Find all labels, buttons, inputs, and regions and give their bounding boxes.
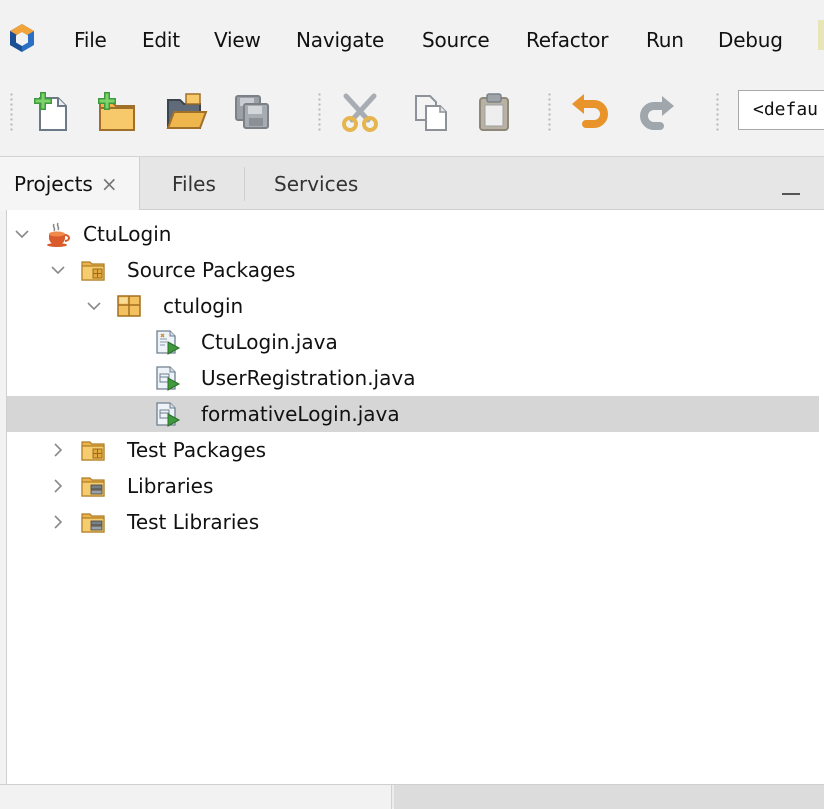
java-form-icon <box>156 402 181 427</box>
chevron-down-icon[interactable] <box>49 261 67 279</box>
horizontal-scrollbar[interactable] <box>0 785 392 809</box>
library-folder-icon <box>81 513 105 533</box>
new-project-icon <box>98 92 135 131</box>
tab-services[interactable]: Services <box>274 157 358 211</box>
netbeans-logo-icon <box>10 24 34 52</box>
tab-files-label: Files <box>172 172 216 196</box>
menu-view[interactable]: View <box>214 28 261 52</box>
tree-node-label: UserRegistration.java <box>201 366 416 390</box>
paste-icon <box>479 93 509 131</box>
tab-close-icon[interactable]: × <box>101 172 118 196</box>
redo-icon <box>640 96 674 130</box>
chevron-right-icon[interactable] <box>49 513 67 531</box>
tab-separator <box>244 167 245 201</box>
tree-node-file[interactable]: UserRegistration.java <box>7 360 819 396</box>
library-folder-icon <box>81 477 105 497</box>
menu-edit[interactable]: Edit <box>142 28 180 52</box>
menu-bar: File Edit View Navigate Source Refactor … <box>0 0 824 80</box>
toolbar-separator-3 <box>716 92 719 132</box>
open-project-button[interactable] <box>160 84 212 140</box>
tree-node-libraries[interactable]: Libraries <box>7 468 819 504</box>
main-toolbar: <defau <box>0 80 824 156</box>
bottom-panel-edge <box>0 784 824 809</box>
new-project-button[interactable] <box>90 84 142 140</box>
tree-node-label: ctulogin <box>163 294 244 318</box>
copy-icon <box>415 95 447 131</box>
toolbar-separator-2 <box>548 92 551 132</box>
test-folder-icon <box>81 441 105 461</box>
configuration-combobox[interactable]: <defau <box>738 90 824 130</box>
tree-node-label: formativeLogin.java <box>201 402 400 426</box>
menu-file[interactable]: File <box>74 28 107 52</box>
tree-node-label: CtuLogin.java <box>201 330 338 354</box>
tree-node-source-packages[interactable]: Source Packages <box>7 252 819 288</box>
tree-node-label: Source Packages <box>127 258 296 282</box>
menu-overflow-edge <box>818 20 824 50</box>
tree-node-test-packages[interactable]: Test Packages <box>7 432 819 468</box>
minimize-panel-icon[interactable] <box>782 179 800 195</box>
tree-node-project[interactable]: CtuLogin <box>7 216 819 252</box>
undo-icon <box>572 94 608 128</box>
java-main-class-icon <box>156 330 181 355</box>
menu-source[interactable]: Source <box>422 28 490 52</box>
menu-debug[interactable]: Debug <box>718 28 783 52</box>
project-tree[interactable]: CtuLogin Source Packages ctulogin CtuLog… <box>6 210 824 784</box>
menu-navigate[interactable]: Navigate <box>296 28 384 52</box>
projects-panel-tabstrip: Projects × Files Services <box>0 156 824 211</box>
tree-node-label: Test Packages <box>127 438 267 462</box>
navigator-panel-edge <box>394 785 824 809</box>
menu-refactor[interactable]: Refactor <box>526 28 608 52</box>
java-form-icon <box>156 366 181 391</box>
chevron-right-icon[interactable] <box>49 477 67 495</box>
cut-button[interactable] <box>334 84 386 140</box>
java-project-icon <box>47 222 70 247</box>
tree-node-label: Test Libraries <box>127 510 260 534</box>
tab-projects[interactable]: Projects × <box>0 157 140 211</box>
tab-projects-label: Projects <box>14 172 93 196</box>
tree-node-label: Libraries <box>127 474 214 498</box>
copy-button[interactable] <box>404 84 456 140</box>
undo-button[interactable] <box>564 84 616 140</box>
new-file-icon <box>34 92 67 131</box>
save-all-icon <box>235 95 269 129</box>
redo-button[interactable] <box>630 84 682 140</box>
toolbar-separator <box>318 92 321 132</box>
source-folder-icon <box>81 261 105 281</box>
tree-node-label: CtuLogin <box>83 222 172 246</box>
menu-run[interactable]: Run <box>646 28 684 52</box>
tree-node-test-libraries[interactable]: Test Libraries <box>7 504 819 540</box>
tree-node-file[interactable]: CtuLogin.java <box>7 324 819 360</box>
toolbar-grip[interactable] <box>10 92 13 132</box>
tree-node-package[interactable]: ctulogin <box>7 288 819 324</box>
scissors-icon <box>342 93 378 132</box>
tab-files[interactable]: Files <box>172 157 216 211</box>
tab-services-label: Services <box>274 172 359 196</box>
chevron-down-icon[interactable] <box>13 225 31 243</box>
new-file-button[interactable] <box>26 84 78 140</box>
paste-button[interactable] <box>468 84 520 140</box>
open-project-icon <box>166 93 208 129</box>
save-all-button[interactable] <box>226 84 278 140</box>
chevron-down-icon[interactable] <box>85 297 103 315</box>
tree-node-file-selected[interactable]: formativeLogin.java <box>7 396 819 432</box>
chevron-right-icon[interactable] <box>49 441 67 459</box>
package-icon <box>117 295 141 317</box>
